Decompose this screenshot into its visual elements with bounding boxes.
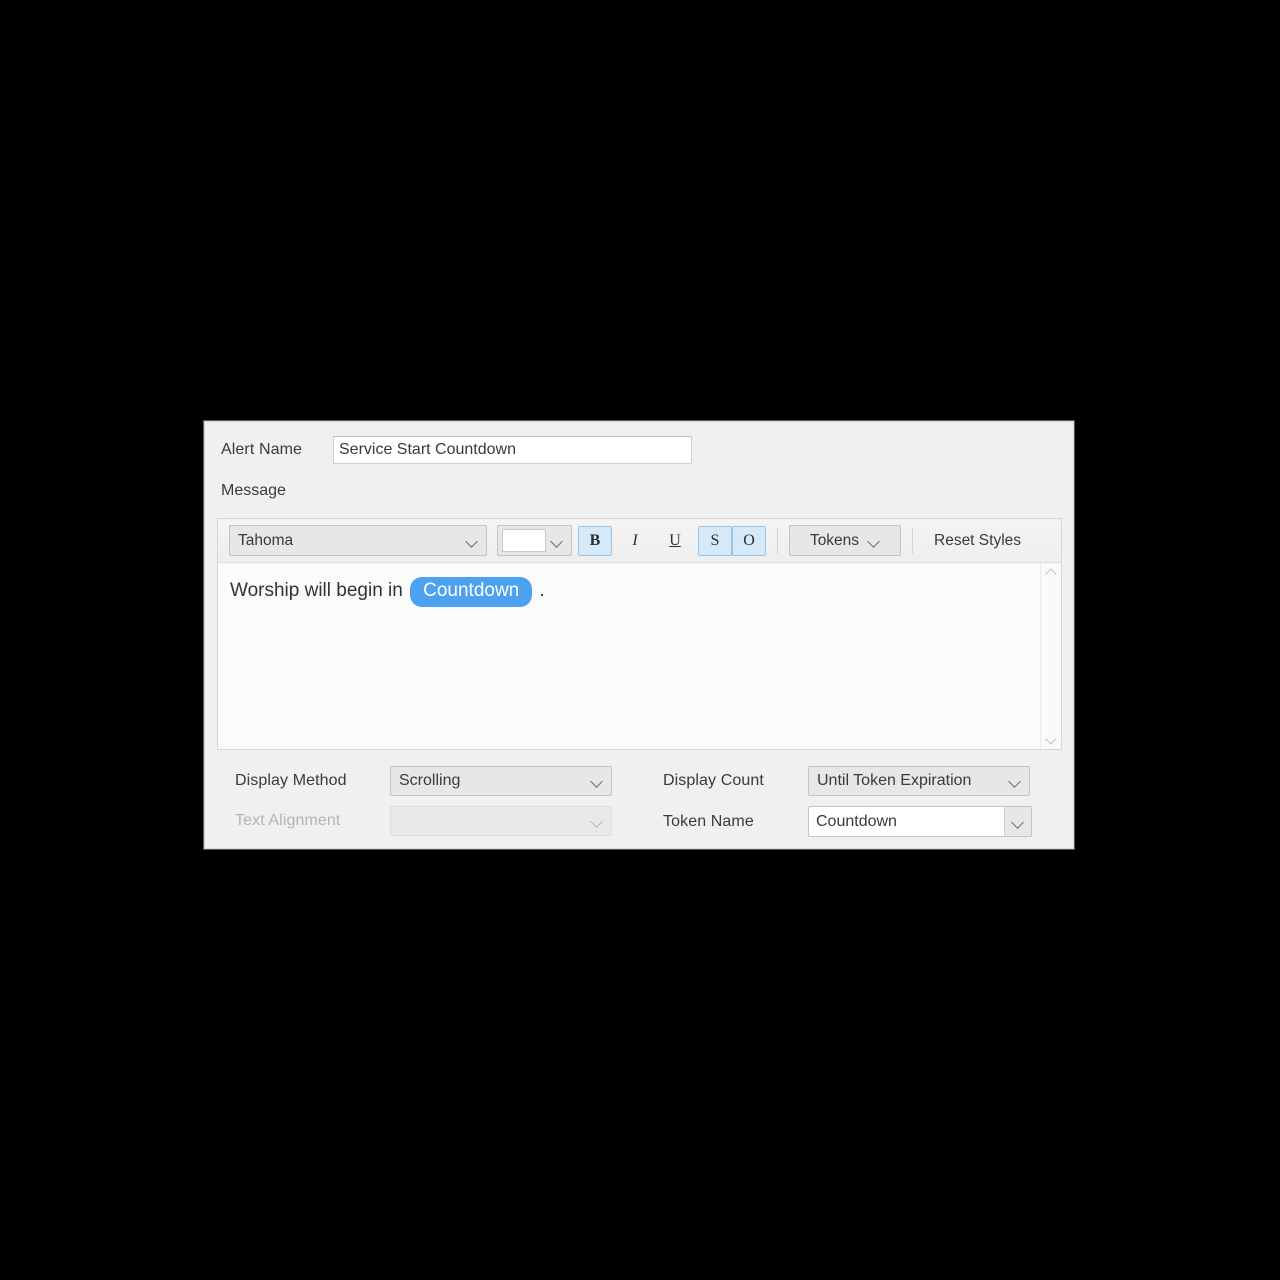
message-text-suffix: . xyxy=(539,580,545,601)
alert-name-label: Alert Name xyxy=(221,441,303,458)
message-body-wrap: Worship will begin in Countdown . xyxy=(218,563,1061,749)
token-name-row: Token Name Countdown xyxy=(663,806,1032,837)
text-color-picker[interactable] xyxy=(497,525,572,556)
chevron-down-icon xyxy=(868,535,880,547)
text-alignment-label: Text Alignment xyxy=(235,812,341,829)
style-effect-group: S O xyxy=(692,525,766,556)
alert-editor-dialog: Alert Name Message Tahoma B I U S O xyxy=(204,421,1074,849)
display-method-select[interactable]: Scrolling xyxy=(390,766,612,796)
style-underline-button[interactable]: U xyxy=(658,526,692,556)
alert-name-row: Alert Name xyxy=(221,435,1061,465)
chevron-down-icon xyxy=(591,815,603,827)
display-count-row: Display Count Until Token Expiration xyxy=(663,766,1030,796)
bottom-form: Display Method Scrolling Text Alignment … xyxy=(205,758,1075,850)
display-method-value: Scrolling xyxy=(399,772,461,789)
editor-toolbar: Tahoma B I U S O Tokens Reset Styles xyxy=(218,519,1061,563)
display-count-select[interactable]: Until Token Expiration xyxy=(808,766,1030,796)
chevron-down-icon xyxy=(466,535,478,547)
chevron-down-icon xyxy=(591,775,603,787)
reset-styles-button[interactable]: Reset Styles xyxy=(924,532,1031,550)
alert-name-input[interactable] xyxy=(333,436,692,464)
text-color-swatch xyxy=(502,529,546,552)
display-count-label: Display Count xyxy=(663,772,764,789)
text-alignment-row: Text Alignment xyxy=(235,806,612,836)
scroll-up-icon[interactable] xyxy=(1044,569,1058,579)
chevron-down-icon xyxy=(551,535,563,547)
style-outline-button[interactable]: O xyxy=(732,525,766,556)
message-token-chip[interactable]: Countdown xyxy=(410,577,533,607)
message-label: Message xyxy=(221,482,286,499)
message-scrollbar[interactable] xyxy=(1040,563,1061,749)
message-body-editor[interactable]: Worship will begin in Countdown . xyxy=(218,563,1040,749)
style-bold-button[interactable]: B xyxy=(578,525,612,556)
chevron-down-icon xyxy=(1009,775,1021,787)
toolbar-divider xyxy=(912,527,913,554)
message-text-prefix: Worship will begin in xyxy=(230,580,403,601)
font-family-select[interactable]: Tahoma xyxy=(229,525,487,556)
message-editor-group: Tahoma B I U S O Tokens Reset Styles Wor… xyxy=(217,518,1062,750)
display-count-value: Until Token Expiration xyxy=(817,772,972,789)
scroll-down-icon[interactable] xyxy=(1044,733,1058,743)
chevron-down-icon xyxy=(1012,816,1024,828)
token-name-label: Token Name xyxy=(663,812,754,830)
style-italic-button[interactable]: I xyxy=(618,526,652,556)
display-method-row: Display Method Scrolling xyxy=(235,766,612,796)
token-name-dropdown-button[interactable] xyxy=(1004,807,1031,836)
style-shadow-button[interactable]: S xyxy=(698,525,732,556)
font-family-value: Tahoma xyxy=(238,531,294,549)
token-name-combobox[interactable]: Countdown xyxy=(808,806,1032,837)
tokens-dropdown[interactable]: Tokens xyxy=(789,525,901,556)
tokens-label: Tokens xyxy=(809,531,860,549)
display-method-label: Display Method xyxy=(235,772,347,789)
toolbar-divider xyxy=(777,527,778,554)
text-alignment-select xyxy=(390,806,612,836)
token-name-value[interactable]: Countdown xyxy=(809,807,1004,836)
